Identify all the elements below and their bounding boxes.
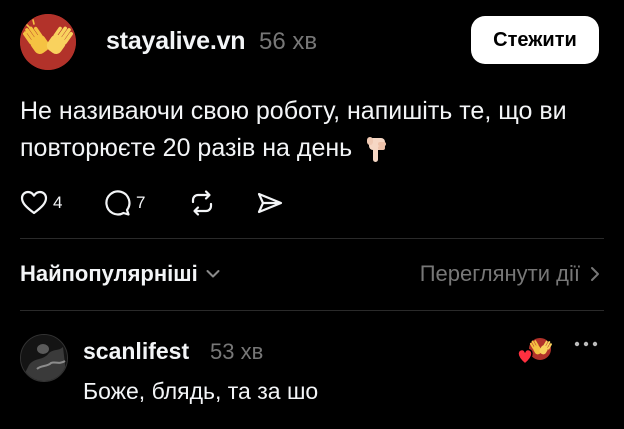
more-options-button[interactable] [571,334,601,358]
repost-button[interactable] [188,185,216,221]
comment-button[interactable]: 7 [103,185,145,221]
clapping-hands-icon [20,14,76,70]
comment-count: 7 [136,193,146,212]
like-button[interactable]: 4 [20,185,62,221]
chevron-down-icon [206,270,220,278]
reply-username[interactable]: scanlifest [83,338,189,365]
chevron-right-icon [591,267,599,281]
reply-text: Боже, блядь, та за шо [83,378,319,404]
activity-label: Переглянути дії [419,261,580,286]
reply-timestamp: 53 хв [210,339,264,364]
post-text: Не називаючи свою роботу, напишіть те, щ… [20,97,567,162]
avatar[interactable] [20,334,68,382]
divider [20,238,604,239]
repost-icon [191,190,213,216]
replies-sort-bar: Найпопулярніші Переглянути дії [20,257,604,293]
reply-item[interactable]: scanlifest 53 хв Боже, блядь, та за шо [20,334,604,424]
comment-bubble-icon [105,190,131,216]
share-button[interactable] [256,185,284,221]
post-header: stayalive.vn 56 хв Стежити [20,14,604,70]
post-actions: 4 7 [20,185,320,221]
author-avatar[interactable] [20,14,76,70]
divider [20,310,604,311]
heart-icon [20,190,48,215]
sort-dropdown[interactable]: Найпопулярніші [20,261,220,287]
avatar-photo [21,335,67,381]
view-activity-link[interactable]: Переглянути дії [420,261,600,287]
pointing-down-hand-emoji [367,137,387,163]
post-body: Не називаючи свою роботу, напишіть те, щ… [20,93,600,167]
post-timestamp: 56 хв [259,28,318,55]
more-dots-icon [574,341,598,347]
like-count: 4 [53,193,63,212]
sort-label: Найпопулярніші [20,261,198,286]
author-username[interactable]: stayalive.vn [106,27,246,56]
send-icon [257,192,283,214]
follow-button[interactable]: Стежити [471,16,599,64]
liked-by-author-badge [518,336,553,365]
